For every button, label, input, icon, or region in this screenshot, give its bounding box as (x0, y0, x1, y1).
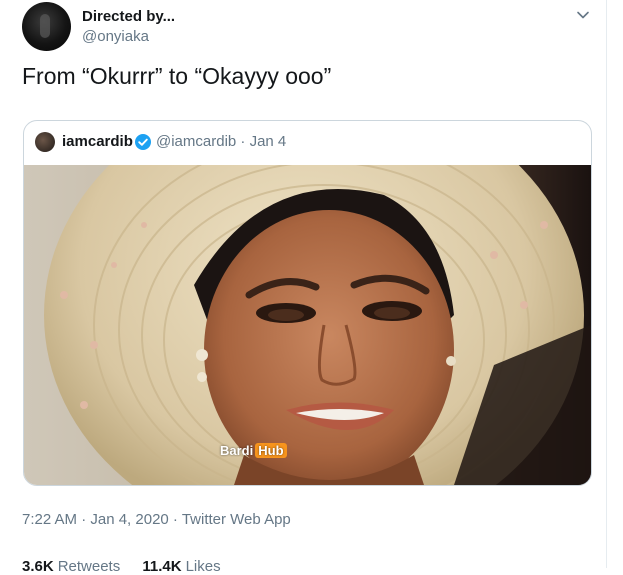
likes-label: Likes (185, 558, 221, 575)
author-display-name[interactable]: Directed by... (82, 8, 175, 25)
verified-badge-icon (135, 134, 151, 150)
tweet-timestamp: 7:22 AM · Jan 4, 2020 · Twitter Web App (22, 511, 291, 528)
watermark-text: Bardi (220, 443, 254, 458)
image-watermark: Bardi Hub (220, 443, 287, 458)
timestamp-text[interactable]: 7:22 AM · Jan 4, 2020 · (22, 511, 182, 528)
retweets-label: Retweets (57, 558, 121, 575)
retweets-stat[interactable]: 3.6K Retweets (22, 558, 120, 575)
tweet-text: From “Okurrr” to “Okayyy ooo” (22, 63, 332, 89)
quoted-author-avatar[interactable] (35, 132, 55, 152)
quoted-tweet[interactable]: iamcardib @iamcardib · Jan 4 Bardi Hub (23, 120, 592, 486)
quoted-author-name[interactable]: iamcardib (62, 133, 133, 150)
source-link[interactable]: Twitter Web App (182, 511, 291, 528)
likes-stat[interactable]: 11.4K Likes (142, 558, 220, 575)
engagement-stats: 3.6K Retweets 11.4K Likes (22, 558, 239, 575)
retweets-count: 3.6K (22, 558, 54, 575)
author-avatar[interactable] (22, 2, 71, 51)
tweet-card: Directed by... @onyiaka From “Okurrr” to… (0, 0, 607, 575)
likes-count: 11.4K (142, 558, 182, 575)
quoted-handle-date[interactable]: @iamcardib · Jan 4 (156, 133, 286, 150)
watermark-badge: Hub (255, 443, 287, 458)
quoted-media-photo[interactable]: Bardi Hub (24, 165, 591, 485)
chevron-down-icon[interactable] (576, 8, 590, 22)
author-handle[interactable]: @onyiaka (82, 28, 149, 45)
